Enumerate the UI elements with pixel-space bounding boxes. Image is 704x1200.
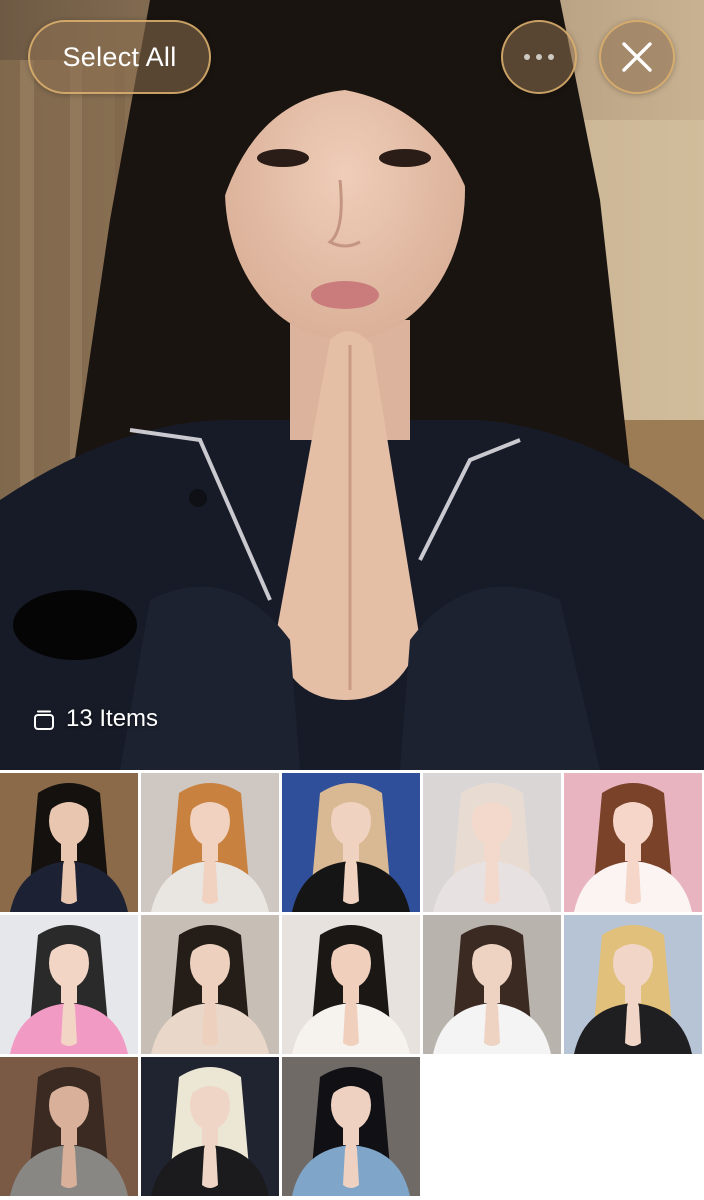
photo-thumbnail[interactable] [141, 915, 279, 1054]
photo-thumbnail[interactable] [0, 1057, 138, 1196]
thumbnail-grid [0, 773, 704, 1196]
thumbnail-image [423, 915, 561, 1054]
photo-thumbnail[interactable] [423, 773, 561, 912]
thumbnail-image [282, 915, 420, 1054]
photo-thumbnail[interactable] [0, 773, 138, 912]
more-options-button[interactable] [501, 20, 577, 94]
close-icon [622, 42, 652, 72]
thumbnail-image [282, 1057, 420, 1196]
item-count-label: 13 Items [66, 705, 159, 732]
item-count: 13 Items [32, 705, 158, 733]
thumbnail-image [0, 773, 138, 912]
select-all-button[interactable]: Select All [28, 20, 211, 94]
photo-thumbnail[interactable] [282, 773, 420, 912]
select-all-label: Select All [62, 41, 177, 72]
thumbnail-image [141, 773, 279, 912]
thumbnail-image [564, 915, 702, 1054]
thumbnail-image [564, 773, 702, 912]
thumbnail-image [141, 1057, 279, 1196]
photo-thumbnail[interactable] [141, 1057, 279, 1196]
photo-thumbnail[interactable] [282, 915, 420, 1054]
thumbnail-image [141, 915, 279, 1054]
photo-thumbnail[interactable] [423, 915, 561, 1054]
thumbnail-image [0, 915, 138, 1054]
thumbnail-image [0, 1057, 138, 1196]
thumbnail-image [423, 773, 561, 912]
photo-thumbnail[interactable] [564, 915, 702, 1054]
photo-thumbnail[interactable] [564, 773, 702, 912]
photo-thumbnail[interactable] [141, 773, 279, 912]
main-photo-preview[interactable]: Select All 13 Items [0, 0, 704, 770]
main-photo-image [0, 0, 704, 770]
photo-thumbnail[interactable] [0, 915, 138, 1054]
ellipsis-icon [524, 54, 554, 60]
close-button[interactable] [599, 20, 675, 94]
stack-icon [34, 710, 54, 730]
photo-thumbnail[interactable] [282, 1057, 420, 1196]
thumbnail-image [282, 773, 420, 912]
